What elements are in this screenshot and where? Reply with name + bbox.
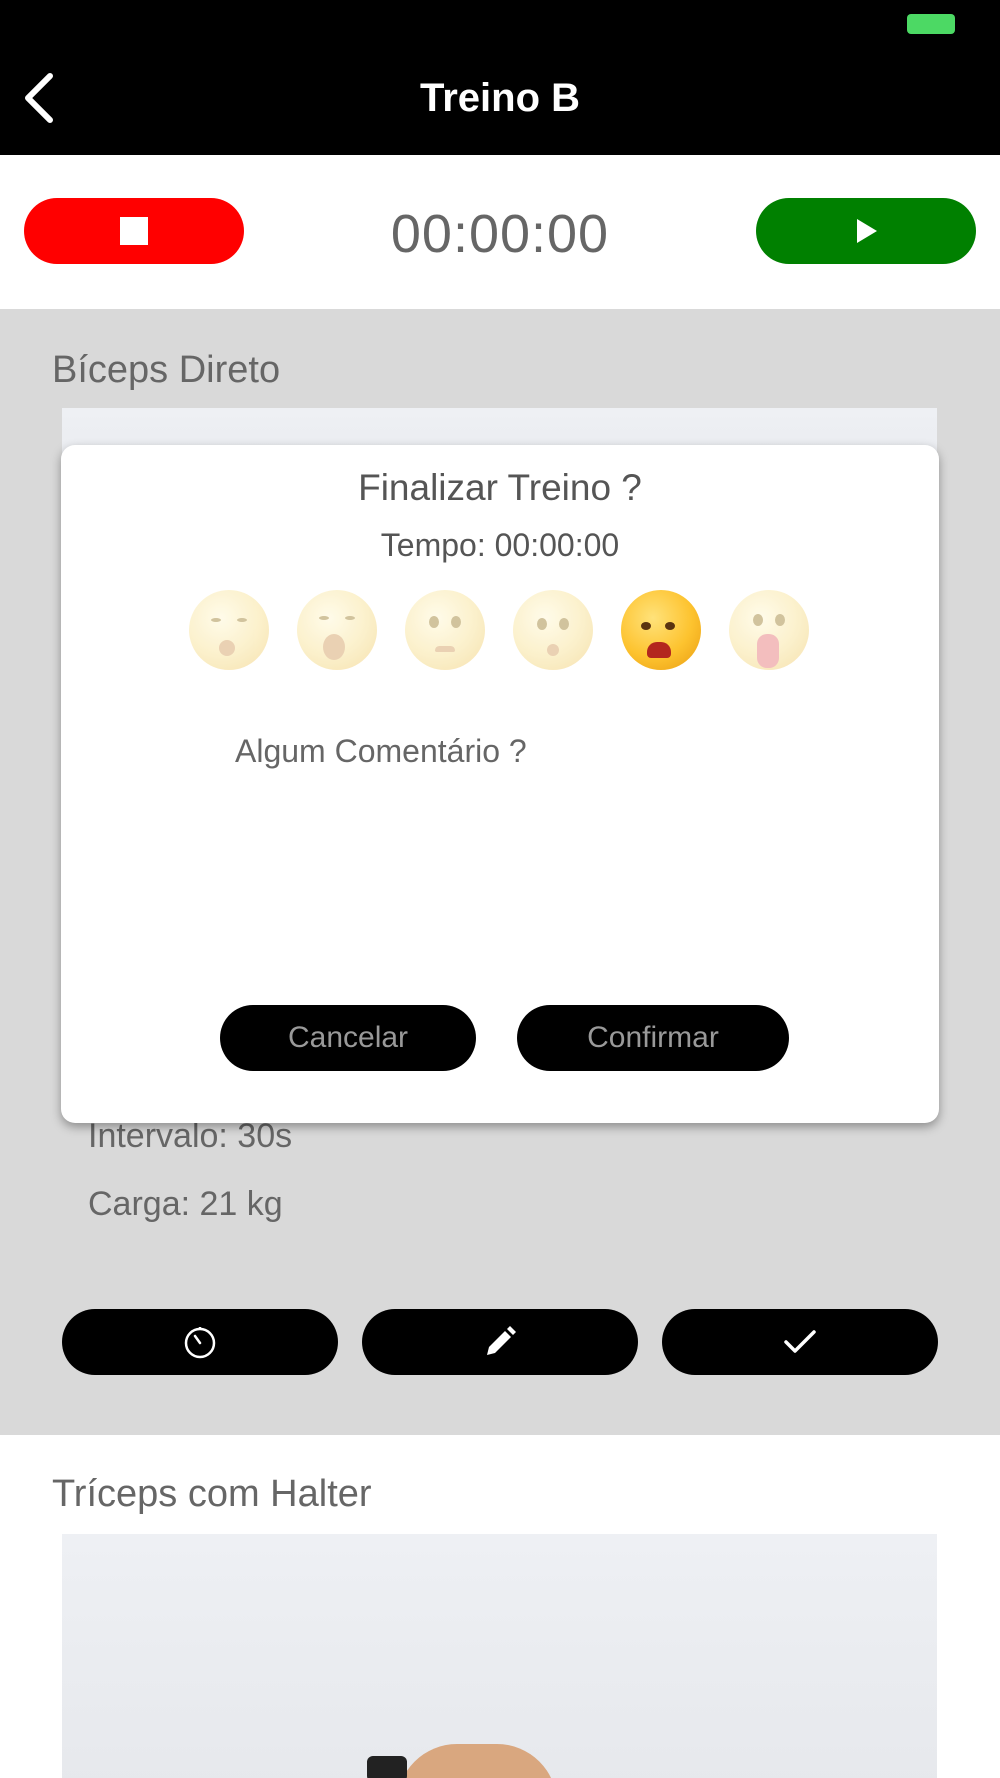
play-icon <box>857 219 877 243</box>
dumbbell-image <box>367 1756 407 1778</box>
battery-icon <box>907 14 955 34</box>
worried-face-icon[interactable] <box>405 590 485 670</box>
edit-button[interactable] <box>362 1309 638 1375</box>
exercise-card: Tríceps com Halter <box>0 1435 1000 1778</box>
stop-button[interactable] <box>24 198 244 264</box>
drooling-tongue-face-icon[interactable] <box>729 590 809 670</box>
page-title: Treino B <box>419 76 581 120</box>
dialog-title: Finalizar Treino ? <box>358 467 642 508</box>
confirm-button[interactable]: Confirmar <box>517 1005 789 1071</box>
complete-button[interactable] <box>662 1309 938 1375</box>
exercise-image <box>62 1534 937 1778</box>
timer-button[interactable] <box>62 1309 338 1375</box>
hand-image <box>397 1744 557 1778</box>
stop-icon <box>120 217 148 245</box>
sleeping-face-icon[interactable] <box>189 590 269 670</box>
exercise-title: Bíceps Direto <box>52 349 281 391</box>
crying-face-icon[interactable] <box>513 590 593 670</box>
yawning-face-icon[interactable] <box>297 590 377 670</box>
exhausted-face-icon[interactable] <box>621 590 701 670</box>
comment-input[interactable]: Algum Comentário ? <box>235 733 527 770</box>
checkmark-icon <box>784 1330 816 1353</box>
timer-icon <box>184 1327 216 1359</box>
timer-bar: 00:00:00 <box>0 155 1000 309</box>
timer-display: 00:00:00 <box>390 204 610 264</box>
pencil-icon <box>487 1326 516 1355</box>
mood-selector <box>189 590 811 672</box>
exercise-title: Tríceps com Halter <box>52 1473 372 1515</box>
play-button[interactable] <box>756 198 976 264</box>
nav-header: Treino B <box>0 0 1000 155</box>
dialog-time: Tempo: 00:00:00 <box>380 527 620 563</box>
cancel-button[interactable]: Cancelar <box>220 1005 476 1071</box>
finish-workout-dialog: Finalizar Treino ? Tempo: 00:00:00 Algum… <box>61 445 939 1123</box>
exercise-load: Carga: 21 kg <box>88 1185 283 1223</box>
